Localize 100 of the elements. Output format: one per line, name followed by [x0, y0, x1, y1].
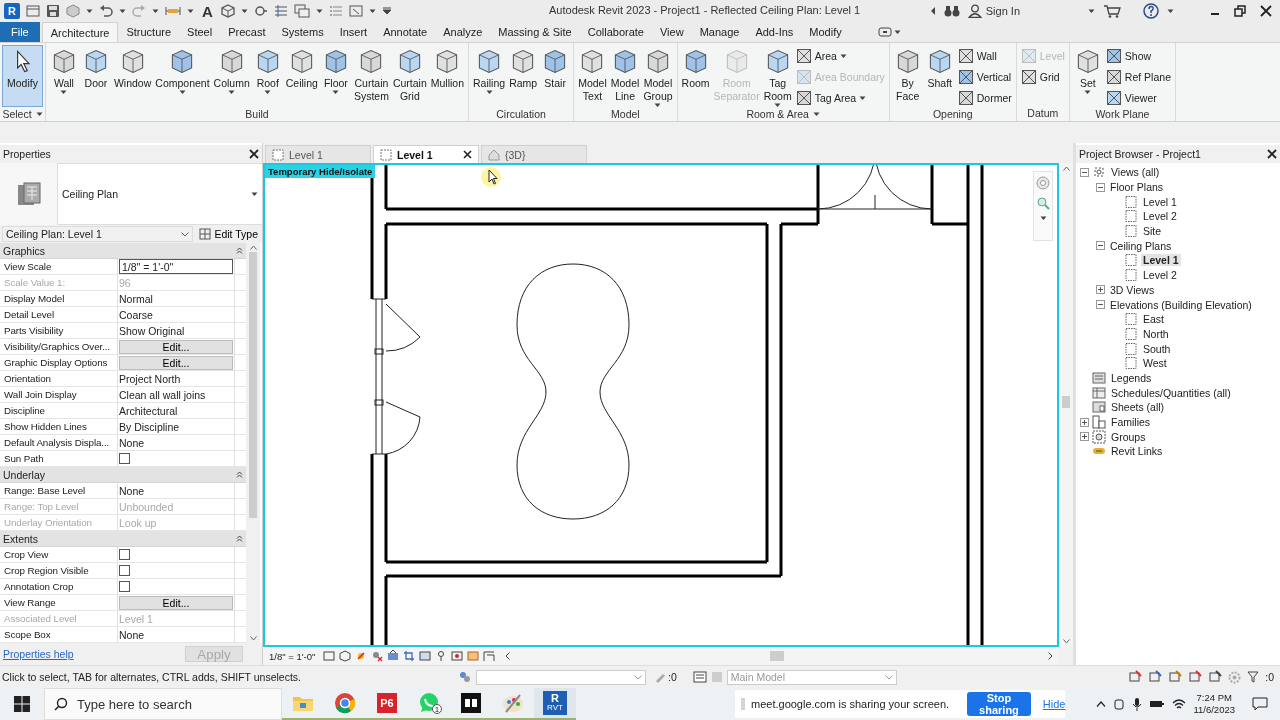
tree-item[interactable]: South — [1141, 342, 1173, 355]
tool-button[interactable]: Area — [793, 46, 887, 66]
close-icon[interactable] — [463, 150, 472, 159]
ribbon-tab[interactable]: Massing & Site — [490, 22, 580, 42]
scroll-down-icon[interactable] — [249, 636, 257, 642]
ribbon-tab[interactable]: Structure — [118, 22, 180, 42]
pinned-select-icon[interactable] — [1168, 670, 1183, 684]
tree-item[interactable]: Revit Links — [1109, 445, 1165, 458]
text-tool-button[interactable]: A — [200, 2, 215, 20]
tree-item[interactable]: Views (all) — [1109, 166, 1162, 179]
crop-icon[interactable] — [403, 650, 416, 663]
ribbon-tab[interactable]: Steel — [179, 22, 221, 42]
tool-button[interactable]: Room — [679, 45, 712, 107]
tree-item[interactable]: Legends — [1109, 371, 1154, 384]
tool-button[interactable]: Window — [111, 45, 154, 107]
close-icon[interactable] — [249, 149, 259, 159]
ribbon-tab[interactable]: Architecture — [41, 22, 119, 42]
zoom-icon[interactable] — [1036, 196, 1050, 210]
collapse-icon[interactable] — [236, 535, 243, 542]
help-icon[interactable] — [1143, 3, 1159, 19]
tree-item[interactable]: Level 1 — [1141, 254, 1181, 267]
tool-button[interactable]: Model Text — [576, 45, 609, 107]
tool-button[interactable]: Ramp — [507, 45, 540, 107]
chevron-up-icon[interactable] — [1096, 701, 1107, 707]
hide-isolate-icon[interactable] — [451, 650, 464, 663]
restore-icon[interactable] — [1234, 5, 1246, 17]
tool-button[interactable]: Grid — [1018, 67, 1067, 87]
property-value-field[interactable]: 1/8" = 1'-0" — [119, 259, 233, 274]
tool-button[interactable]: Modify — [2, 45, 43, 107]
edit-button[interactable]: Edit... — [119, 339, 233, 354]
camera-icon[interactable] — [1113, 698, 1126, 710]
ribbon-tab[interactable]: Manage — [691, 22, 748, 42]
caret-icon[interactable] — [812, 111, 820, 117]
type-selector[interactable]: Ceiling Plan — [58, 188, 262, 200]
taskbar-app[interactable]: R RVT — [534, 688, 576, 720]
workset-icon[interactable] — [458, 670, 472, 684]
tool-button[interactable]: Wall — [47, 45, 80, 107]
tree-item[interactable]: Level 2 — [1141, 269, 1179, 282]
tree-item[interactable]: Sheets (all) — [1109, 401, 1167, 414]
ribbon-tab[interactable]: View — [652, 22, 692, 42]
properties-icon[interactable] — [692, 671, 707, 683]
scroll-down-icon[interactable] — [1062, 639, 1070, 645]
checkbox[interactable] — [119, 565, 130, 576]
cart-icon[interactable] — [1103, 4, 1121, 18]
expand-icon[interactable] — [1080, 432, 1089, 442]
collapse-icon[interactable] — [1096, 241, 1105, 251]
stop-sharing-button[interactable]: Stop sharing — [967, 692, 1031, 716]
tree-item[interactable]: East — [1141, 313, 1166, 326]
tool-button[interactable]: Curtain Grid — [390, 45, 429, 107]
tool-button[interactable]: Model Group — [641, 45, 675, 107]
tool-button[interactable]: Shaft — [923, 45, 956, 107]
tool-button[interactable]: Ceiling — [283, 45, 320, 107]
view-scale-button[interactable]: 1/8" = 1'-0" — [269, 650, 316, 662]
ribbon-tab[interactable]: Annotate — [375, 22, 436, 42]
tree-item[interactable]: 3D Views — [1108, 283, 1157, 296]
collapse-icon[interactable] — [1096, 300, 1105, 310]
edit-button[interactable]: Edit... — [119, 595, 233, 610]
tool-button[interactable]: By Face — [891, 45, 924, 107]
document-tab[interactable]: {3D} — [481, 145, 587, 163]
scrollbar-thumb[interactable] — [249, 252, 257, 518]
tree-item[interactable]: Groups — [1109, 430, 1148, 443]
ribbon-tab[interactable]: Precast — [220, 22, 274, 42]
shadow-icon[interactable] — [371, 650, 384, 663]
notifications-icon[interactable] — [1252, 697, 1268, 711]
tool-button[interactable]: Railing — [471, 45, 508, 107]
taskbar-app[interactable]: P6 — [366, 688, 408, 720]
ribbon-tab[interactable]: File — [0, 22, 40, 42]
collapse-icon[interactable] — [236, 471, 243, 478]
ribbon-tab[interactable]: Systems — [273, 22, 332, 42]
tree-item[interactable]: Elevations (Building Elevation) — [1108, 298, 1254, 311]
switch-window-icon[interactable] — [348, 4, 363, 18]
microphone-icon[interactable] — [1132, 697, 1143, 711]
tool-button[interactable]: Vertical — [955, 67, 1014, 87]
list-icon[interactable] — [273, 4, 288, 18]
detail-level-icon[interactable] — [323, 650, 336, 663]
expand-icon[interactable] — [1096, 285, 1105, 295]
tree-item[interactable]: Floor Plans — [1108, 181, 1166, 194]
sign-in-link[interactable]: Sign In — [985, 5, 1020, 17]
tree-item[interactable]: West — [1141, 357, 1169, 370]
properties-help-link[interactable]: Properties help — [3, 648, 74, 661]
tree-item[interactable]: Ceiling Plans — [1108, 239, 1174, 252]
tool-button[interactable]: Column — [211, 45, 252, 107]
checkbox[interactable] — [119, 549, 130, 560]
drag-handle-icon[interactable] — [741, 698, 745, 710]
close-icon[interactable] — [1267, 149, 1277, 159]
tool-button[interactable]: Roof — [251, 45, 284, 107]
ribbon-tab[interactable]: Insert — [331, 22, 376, 42]
crop-region-icon[interactable] — [419, 650, 432, 663]
tree-item[interactable]: Schedules/Quantities (all) — [1109, 386, 1233, 399]
tool-button[interactable]: Show — [1103, 46, 1173, 66]
tool-button[interactable]: Door — [79, 45, 112, 107]
checkbox[interactable] — [119, 453, 130, 464]
tool-button[interactable]: Dormer — [955, 88, 1014, 108]
tree-item[interactable]: North — [1141, 327, 1171, 340]
close-icon[interactable] — [1260, 5, 1272, 17]
tool-button[interactable]: Model Line — [608, 45, 642, 107]
reveal-icon[interactable] — [467, 650, 480, 663]
undo-icon[interactable] — [99, 4, 113, 18]
windows-logo-icon[interactable] — [14, 696, 30, 712]
tool-button[interactable]: Viewer — [1103, 88, 1173, 108]
